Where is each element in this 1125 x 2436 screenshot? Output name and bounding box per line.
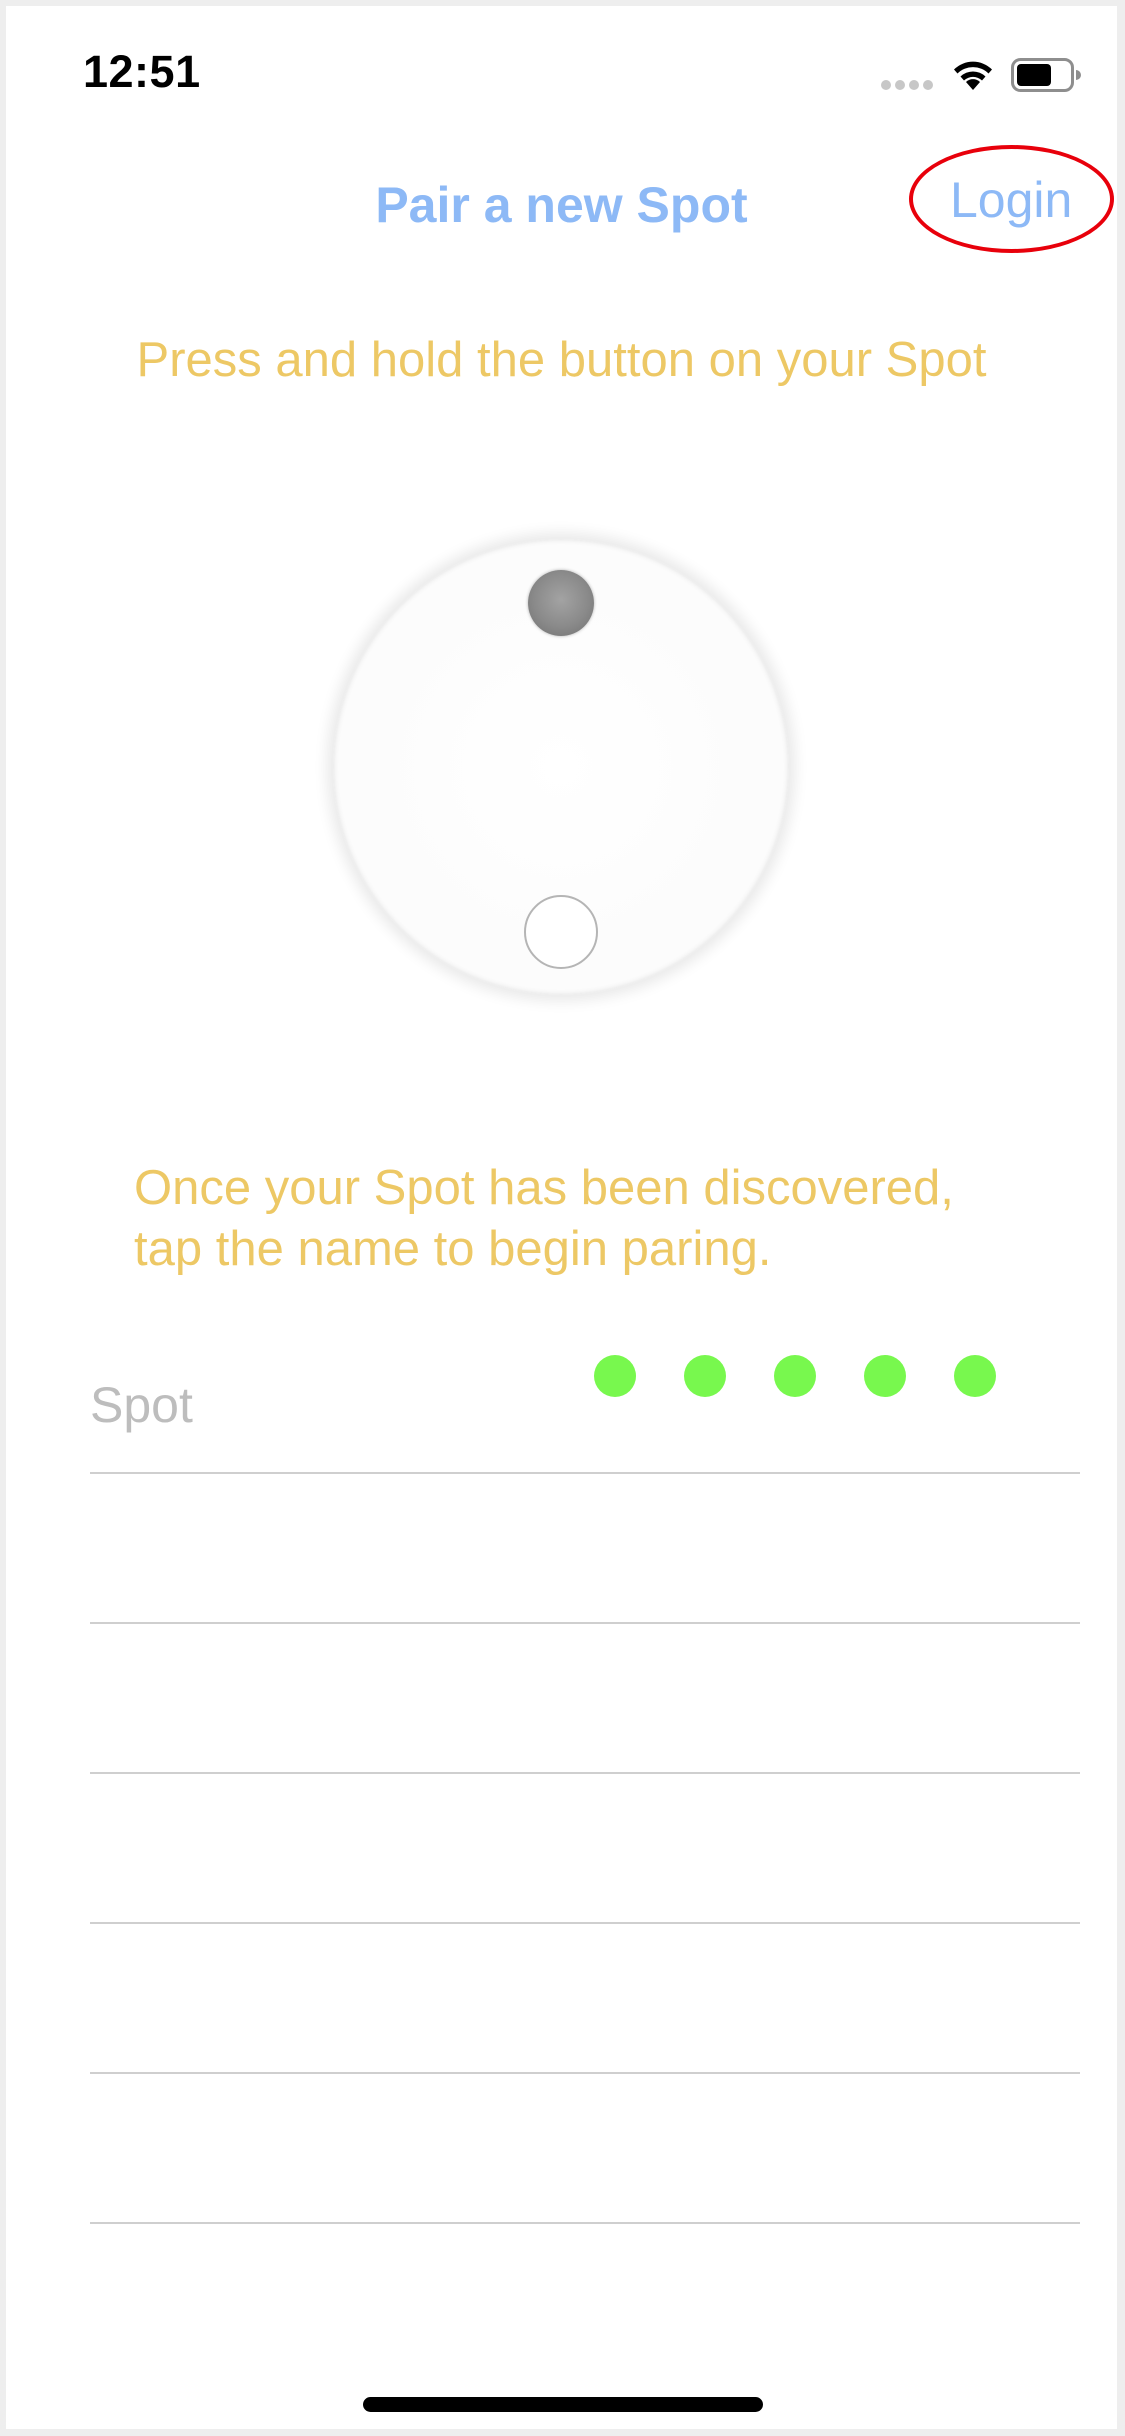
- led-indicator-icon: [528, 570, 594, 636]
- signal-dot: [594, 1355, 636, 1397]
- device-name: Spot: [90, 1377, 193, 1433]
- login-button[interactable]: Login: [950, 171, 1072, 229]
- discover-hint-text: Once your Spot has been discovered, tap …: [134, 1158, 1034, 1280]
- status-time: 12:51: [83, 46, 201, 97]
- empty-list-row[interactable]: [90, 1774, 1080, 1922]
- signal-bar: [895, 80, 905, 90]
- device-button-icon: [524, 895, 598, 969]
- empty-list-row[interactable]: [90, 1924, 1080, 2072]
- instruction-text: Press and hold the button on your Spot: [136, 333, 987, 387]
- signal-bar: [923, 80, 933, 90]
- discover-hint-line-2: tap the name to begin paring.: [134, 1222, 772, 1276]
- battery-icon: [1011, 58, 1081, 92]
- row-separator: [90, 2222, 1080, 2224]
- signal-bar: [909, 80, 919, 90]
- device-list-item[interactable]: Spot: [90, 1346, 1086, 1478]
- home-indicator[interactable]: [363, 2397, 763, 2412]
- signal-dot: [864, 1355, 906, 1397]
- signal-bar: [881, 80, 891, 90]
- signal-dot: [954, 1355, 996, 1397]
- discover-hint-line-1: Once your Spot has been discovered,: [134, 1161, 954, 1215]
- empty-list-row[interactable]: [90, 2074, 1080, 2222]
- signal-dot: [774, 1355, 816, 1397]
- empty-list-row[interactable]: [90, 1474, 1080, 1622]
- cellular-signal-icon: [881, 80, 933, 90]
- pair-spot-screen: 12:51 Pair a new Spot Login Press and ho…: [6, 6, 1117, 2429]
- signal-dot: [684, 1355, 726, 1397]
- signal-strength-dots: [594, 1355, 996, 1397]
- wifi-icon: [954, 61, 992, 90]
- empty-list-row[interactable]: [90, 1624, 1080, 1772]
